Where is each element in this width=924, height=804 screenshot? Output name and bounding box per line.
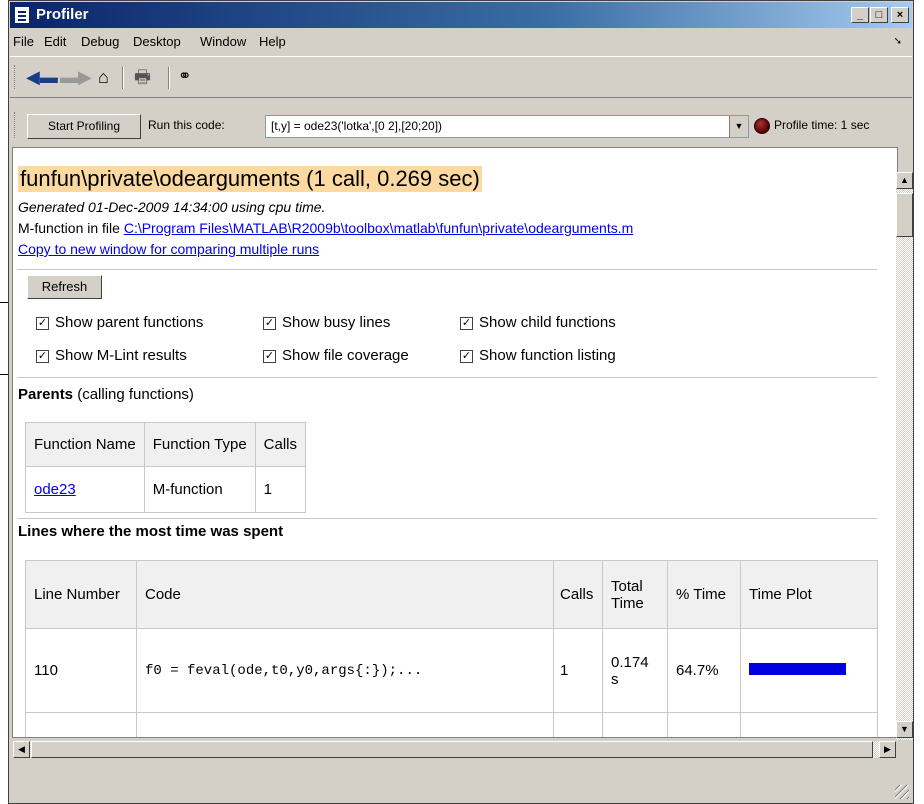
busy-header-calls: Calls [553,560,603,629]
forward-arrow-icon[interactable]: ▬▶ [60,67,92,87]
busy-header-pct: % Time [667,560,741,629]
busy-line-code: f0 = feval(ode,t0,y0,args{:});... [136,628,554,713]
copy-window-link[interactable]: Copy to new window for comparing multipl… [18,241,319,257]
parent-function-calls: 1 [254,466,307,513]
start-profiling-button[interactable]: Start Profiling [27,114,141,139]
refresh-button[interactable]: Refresh [27,275,102,299]
scroll-up-button[interactable]: ▲ [896,172,913,189]
find-icon[interactable]: ⚭ [178,67,191,87]
parents-table: Function Name Function Type Calls ode23 … [25,422,307,513]
option-show-busy-lines[interactable]: ✓ Show busy lines [263,314,390,331]
close-button[interactable]: × [891,7,909,23]
profile-status-indicator [754,118,770,134]
minimize-button[interactable]: _ [851,7,869,23]
menu-desktop[interactable]: Desktop [133,34,181,49]
print-icon[interactable]: 🖶 [134,67,151,87]
report-pane: funfun\private\odearguments (1 call, 0.2… [12,147,898,738]
busy-line-total: 0.174 s [602,628,668,713]
menu-file[interactable]: File [13,34,34,49]
busy-line-number: 110 [25,628,137,713]
table-row: 110 f0 = feval(ode,t0,y0,args{:});... 1 … [25,628,878,713]
status-bar [9,760,913,803]
busy-header-code: Code [136,560,554,629]
busy-header-plot: Time Plot [740,560,878,629]
run-code-combobox[interactable]: [t,y] = ode23('lotka',[0 2],[20;20]) ▼ [265,115,749,138]
menu-help[interactable]: Help [259,34,286,49]
title-bar[interactable]: Profiler _ □ × [10,2,912,28]
file-path-link[interactable]: C:\Program Files\MATLAB\R2009b\toolbox\m… [124,220,633,236]
toolbar-separator [168,67,170,89]
generated-info: Generated 01-Dec-2009 14:34:00 using cpu… [18,199,326,215]
menu-debug[interactable]: Debug [81,34,119,49]
divider [17,518,877,519]
menu-bar: File Edit Debug Desktop Window Help ➘ [10,30,912,54]
maximize-button[interactable]: □ [870,7,888,23]
menu-window[interactable]: Window [200,34,246,49]
scroll-right-button[interactable]: ▶ [879,741,896,758]
parents-header-calls: Calls [254,422,307,467]
undock-icon[interactable]: ➘ [894,36,902,47]
divider [17,377,877,378]
parents-header-type: Function Type [143,422,256,467]
menu-edit[interactable]: Edit [44,34,66,49]
horizontal-scroll-thumb[interactable] [31,741,873,758]
busy-line-total: 0.031 [602,712,668,737]
busy-header-line: Line Number [25,560,137,629]
table-row: ode23 M-function 1 [25,466,307,513]
busy-lines-heading: Lines where the most time was spent [18,523,284,540]
toolbar: ◀▬ ▬▶ ⌂ 🖶 ⚭ [10,56,912,98]
runbar-grip[interactable] [14,112,19,138]
time-plot-bar [749,663,846,675]
divider [17,269,877,270]
option-show-child-functions[interactable]: ✓ Show child functions [460,314,616,331]
resize-grip[interactable] [895,785,909,799]
parent-function-link[interactable]: ode23 [34,481,76,498]
option-show-mlint-results[interactable]: ✓ Show M-Lint results [36,347,187,364]
toolbar-grip[interactable] [14,65,19,89]
parents-heading: Parents (calling functions) [18,386,194,403]
toolbar-separator [122,67,124,89]
file-info: M-function in file C:\Program Files\MATL… [18,220,633,236]
busy-header-total: Total Time [602,560,668,629]
file-prefix: M-function in file [18,220,124,236]
scroll-left-button[interactable]: ◀ [13,741,30,758]
run-code-label: Run this code: [148,118,225,132]
vertical-scroll-thumb[interactable] [896,193,913,237]
profiler-app-icon [14,6,30,24]
home-icon[interactable]: ⌂ [98,67,109,87]
busy-line-pct: 64.7% [667,628,741,713]
profile-time: Profile time: 1 sec [774,118,870,132]
table-row: 0.031 [25,712,878,737]
page-title: funfun\private\odearguments (1 call, 0.2… [18,166,482,192]
run-bar: Start Profiling Run this code: [t,y] = o… [10,98,912,146]
run-code-value: [t,y] = ode23('lotka',[0 2],[20;20]) [271,119,443,133]
busy-lines-table: Line Number Code Calls Total Time % Time… [25,560,878,737]
option-show-parent-functions[interactable]: ✓ Show parent functions [36,314,203,331]
option-show-file-coverage[interactable]: ✓ Show file coverage [263,347,409,364]
back-arrow-icon[interactable]: ◀▬ [26,67,58,87]
scroll-down-button[interactable]: ▼ [896,721,913,738]
chevron-down-icon[interactable]: ▼ [729,116,748,137]
parents-header-name: Function Name [25,422,145,467]
busy-line-calls: 1 [553,628,603,713]
window-title: Profiler [36,6,89,23]
option-show-function-listing[interactable]: ✓ Show function listing [460,347,616,364]
vertical-scrollbar[interactable]: ▲ ▼ [896,172,913,740]
parent-function-type: M-function [143,466,256,513]
horizontal-scrollbar[interactable]: ◀ ▶ [13,741,896,758]
